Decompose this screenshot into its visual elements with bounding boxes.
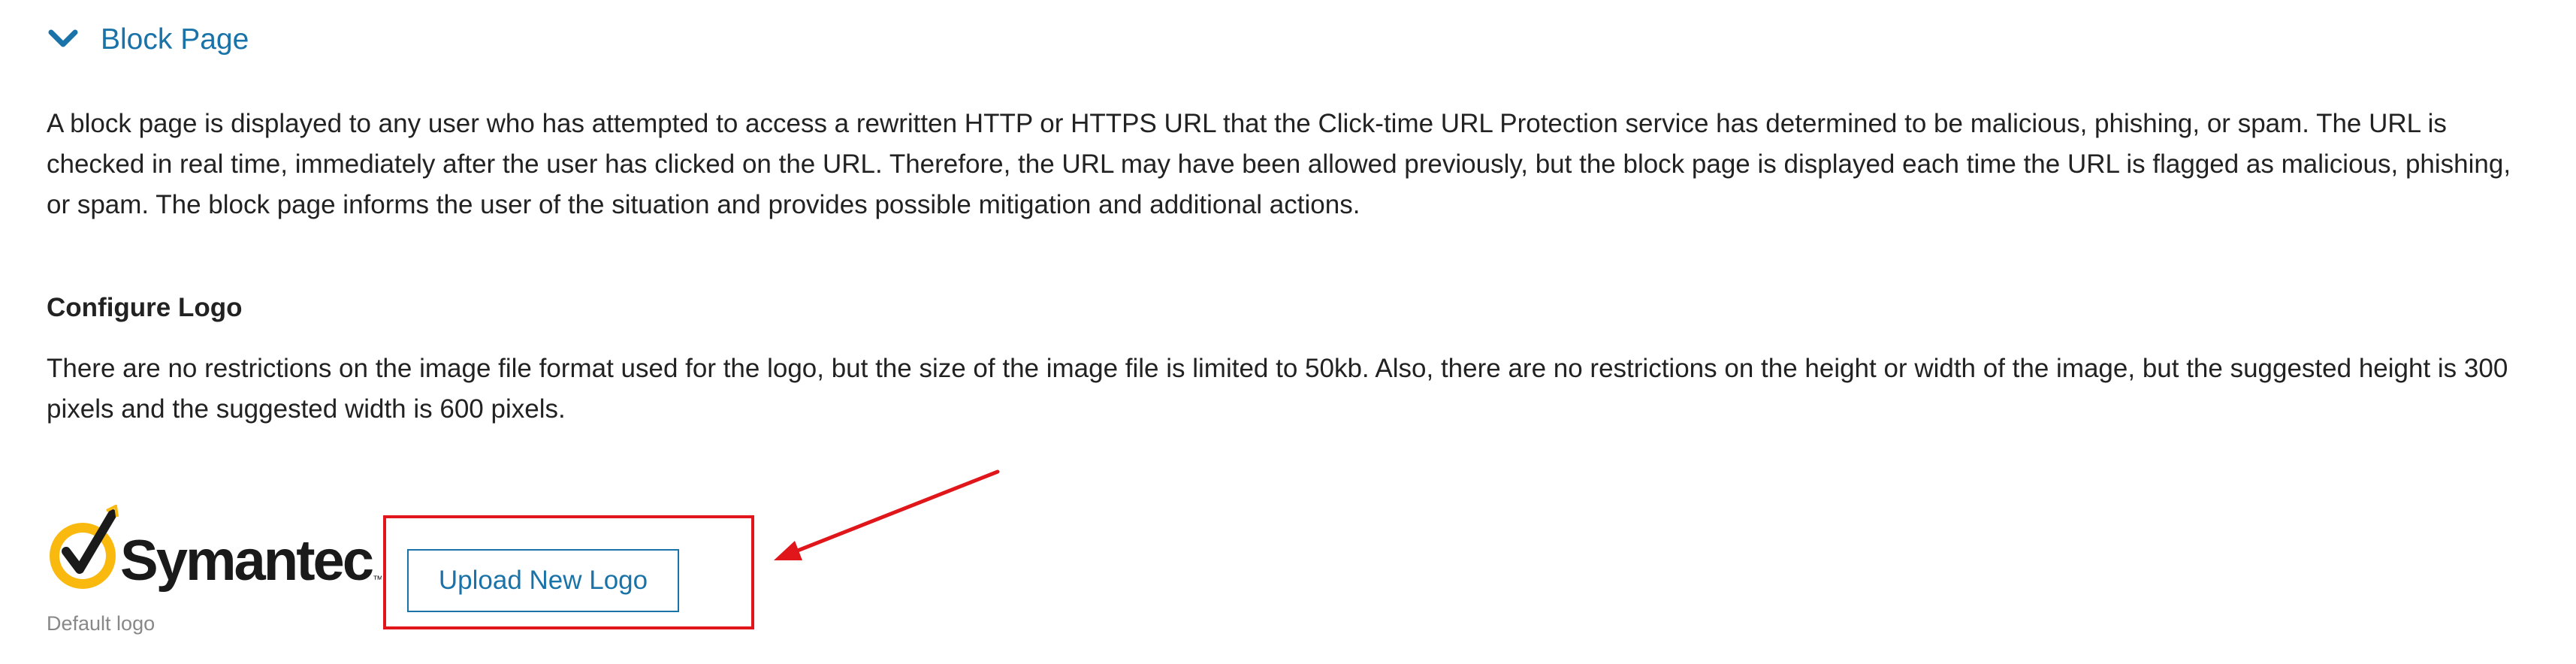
red-arrow-icon [774, 469, 1000, 560]
block-page-section-toggle[interactable]: Block Page [47, 18, 249, 60]
upload-new-logo-button[interactable]: Upload New Logo [407, 549, 679, 612]
section-title: Block Page [101, 23, 249, 56]
block-page-settings: Block Page A block page is displayed to … [0, 0, 2576, 664]
chevron-down-icon [48, 29, 78, 47]
logo-trademark: ™ [373, 573, 382, 585]
configure-logo-heading: Configure Logo [47, 293, 243, 322]
logo-caption: Default logo [47, 612, 156, 635]
default-logo: Symantec ™ [44, 505, 382, 598]
block-page-description: A block page is displayed to any user wh… [47, 109, 2511, 219]
symantec-checkmark-icon [50, 505, 119, 589]
configure-logo-description: There are no restrictions on the image f… [47, 354, 2508, 424]
logo-brand-text: Symantec [120, 529, 373, 593]
